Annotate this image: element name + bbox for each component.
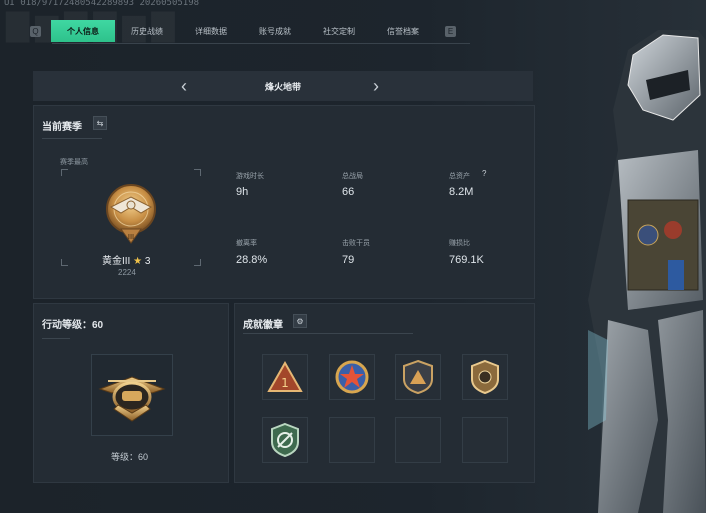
- stat-value-total-assets: 8.2M: [449, 186, 474, 198]
- rank-points: 2224: [118, 268, 136, 277]
- tabs: 个人信息 历史战绩 详细数据 账号成就 社交定制 信誉档案: [51, 20, 435, 42]
- tab-credit-record[interactable]: 信誉档案: [371, 20, 435, 42]
- bracket-tr: [194, 169, 201, 176]
- badge-slot-empty-2[interactable]: [395, 417, 441, 463]
- badge-slot-empty-3[interactable]: [462, 417, 508, 463]
- badge-slot-5[interactable]: [262, 417, 308, 463]
- badge-slot-1[interactable]: 1: [262, 354, 308, 400]
- helicopter-level-emblem-icon: [98, 376, 166, 422]
- swap-icon[interactable]: ⇆: [93, 116, 107, 130]
- tab-detailed-data[interactable]: 详细数据: [179, 20, 243, 42]
- operator-character-art: [588, 30, 706, 513]
- badge-slot-2[interactable]: [329, 354, 375, 400]
- rank-name: 黄金III: [102, 256, 131, 267]
- green-shield-badge-icon: [271, 422, 299, 458]
- badge-slot-4[interactable]: [462, 354, 508, 400]
- tab-bar: Q 个人信息 历史战绩 详细数据 账号成就 社交定制 信誉档案 E: [30, 20, 466, 42]
- rank-star-icon: ★: [133, 256, 143, 267]
- bracket-tl: [61, 169, 68, 176]
- action-level-title: 行动等级：60: [42, 320, 104, 331]
- season-rule: [42, 138, 102, 139]
- rank-star-count: 3: [144, 256, 151, 267]
- season-peak-label: 赛季最高: [60, 159, 88, 166]
- help-icon[interactable]: ?: [482, 169, 486, 178]
- map-next-arrow[interactable]: ›: [373, 76, 379, 97]
- star-seal-badge-icon: [335, 360, 369, 394]
- current-season-panel: 当前赛季 ⇆ 赛季最高 III 黄金III ★ 3 2224 游戏时长 9h 总…: [33, 105, 535, 299]
- uid-watermark: UI 018/97172480542289893 20260505198: [4, 0, 200, 8]
- bracket-bl: [61, 259, 68, 266]
- stat-label-extraction-rate: 撤离率: [236, 240, 257, 247]
- achievements-rule: [243, 333, 413, 334]
- stat-label-profit-loss-ratio: 赚损比: [449, 240, 470, 247]
- stat-value-playtime: 9h: [236, 186, 249, 198]
- stat-value-kills: 79: [342, 254, 355, 266]
- triangle-number-badge-icon: 1: [267, 361, 303, 392]
- action-level-rule: [42, 338, 70, 339]
- action-level-panel: 行动等级：60 等级：60: [33, 303, 229, 483]
- stat-label-kills: 击败干员: [342, 240, 370, 247]
- season-title: 当前赛季: [42, 122, 82, 133]
- rank-line: 黄金III ★ 3: [102, 252, 150, 267]
- stat-label-playtime: 游戏时长: [236, 173, 264, 180]
- stat-value-total-matches: 66: [342, 186, 355, 198]
- tab-next-key[interactable]: E: [445, 25, 456, 37]
- tab-underline: [52, 43, 470, 44]
- svg-text:1: 1: [281, 376, 289, 390]
- stat-label-total-matches: 总战局: [342, 173, 363, 180]
- level-emblem-frame: [91, 354, 173, 436]
- bracket-br: [194, 259, 201, 266]
- emblem-shield-badge-icon: [471, 359, 499, 395]
- svg-text:III: III: [128, 233, 134, 241]
- map-selector: ‹ 烽火地带 ›: [33, 71, 533, 101]
- stat-value-extraction-rate: 28.8%: [236, 254, 268, 266]
- tab-prev-key[interactable]: Q: [30, 25, 41, 37]
- achievements-title: 成就徽章: [243, 320, 283, 331]
- stat-value-profit-loss-ratio: 769.1K: [449, 254, 484, 266]
- stat-label-total-assets: 总资产: [449, 173, 470, 180]
- badge-slot-3[interactable]: [395, 354, 441, 400]
- tab-personal-info[interactable]: 个人信息: [51, 20, 115, 42]
- level-label: 等级：60: [111, 452, 149, 462]
- shield-triangle-badge-icon: [403, 359, 433, 395]
- tab-account-achievements[interactable]: 账号成就: [243, 20, 307, 42]
- achievements-panel: 成就徽章 ⚙ 1: [234, 303, 535, 483]
- badge-slot-empty-1[interactable]: [329, 417, 375, 463]
- map-name: 烽火地带: [264, 81, 301, 92]
- map-prev-arrow[interactable]: ‹: [181, 76, 187, 97]
- tab-social-customize[interactable]: 社交定制: [307, 20, 371, 42]
- tab-history[interactable]: 历史战绩: [115, 20, 179, 42]
- gear-icon[interactable]: ⚙: [293, 314, 307, 328]
- gold-rank-emblem-icon: III: [106, 184, 156, 244]
